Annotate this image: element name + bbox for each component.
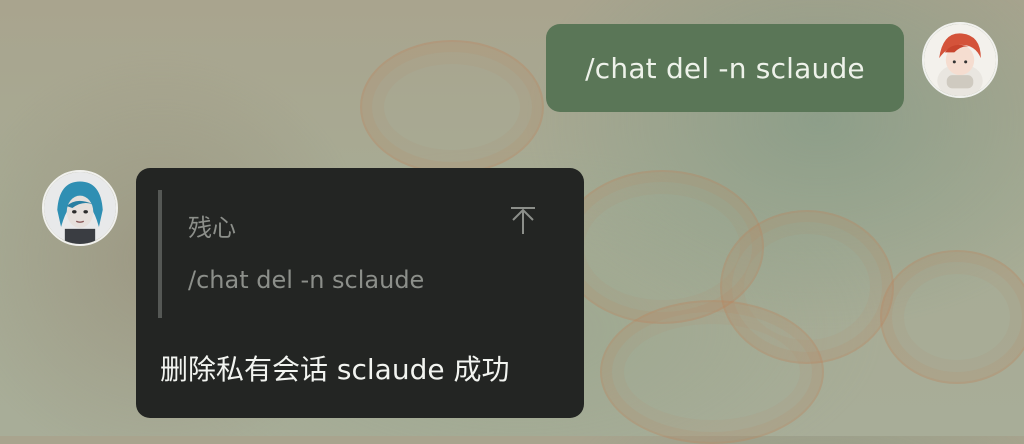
user-avatar-image <box>924 24 996 96</box>
background-decoration <box>600 300 824 444</box>
bot-avatar-image <box>44 172 116 244</box>
bot-avatar[interactable] <box>42 170 118 246</box>
quoted-message[interactable]: 残心 /chat del -n sclaude <box>158 190 554 318</box>
quoted-sender-name: 残心 <box>188 214 236 242</box>
outgoing-message-bubble[interactable]: /chat del -n sclaude <box>546 24 904 112</box>
background-decoration <box>360 40 544 174</box>
user-avatar[interactable] <box>922 22 998 98</box>
background-decoration <box>880 250 1024 384</box>
incoming-message-bubble[interactable]: 残心 /chat del -n sclaude 删除私有会话 sclaude 成… <box>136 168 584 418</box>
outgoing-message-text: /chat del -n sclaude <box>585 51 865 85</box>
arrow-up-to-top-icon[interactable] <box>508 204 538 236</box>
reply-message-text: 删除私有会话 sclaude 成功 <box>160 353 510 386</box>
quoted-message-text: /chat del -n sclaude <box>188 266 425 294</box>
